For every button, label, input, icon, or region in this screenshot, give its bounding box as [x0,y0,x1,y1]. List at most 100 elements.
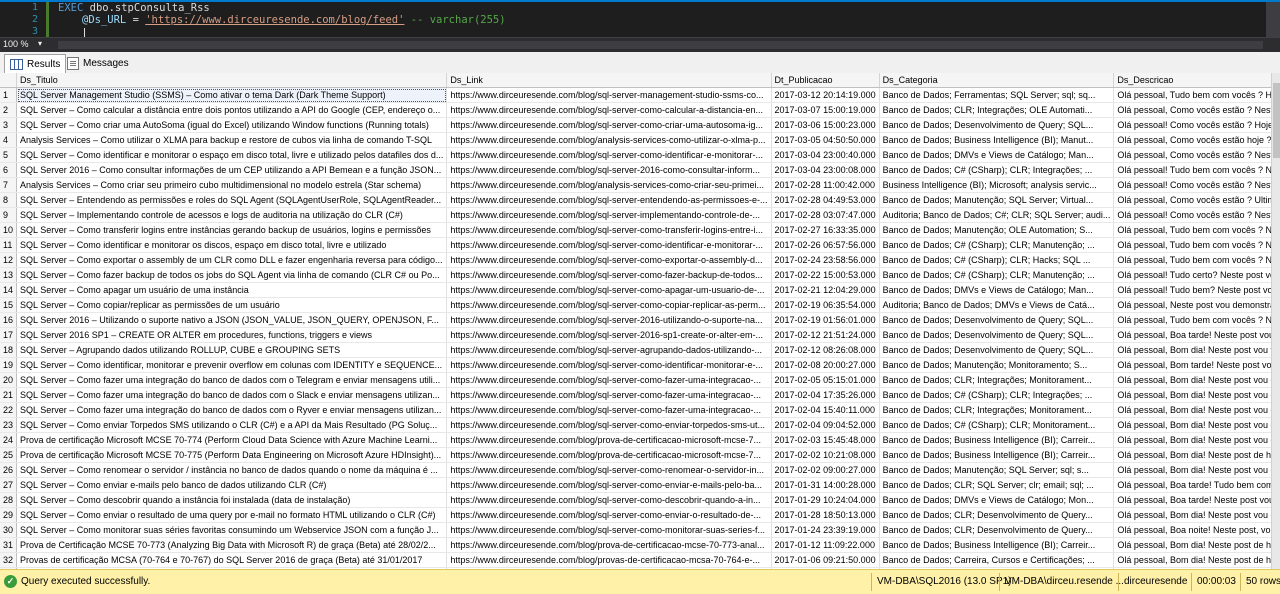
table-cell[interactable]: 2017-02-05 05:15:01.000 [771,372,880,388]
table-row[interactable]: 23 SQL Server – Como enviar Torpedos SMS … [0,417,1271,433]
row-number[interactable]: 21 [0,387,18,403]
table-row[interactable]: 29 SQL Server – Como enviar o resultado d… [0,507,1271,523]
table-row[interactable]: 26 SQL Server – Como renomear o servidor … [0,462,1271,478]
table-cell[interactable]: Olá pessoal! Como vocês estão ? Neste po… [1113,177,1271,193]
table-cell[interactable]: 2017-02-12 21:51:24.000 [771,327,880,343]
row-number[interactable]: 11 [0,237,18,253]
tab-results[interactable]: Results [4,54,67,73]
column-header[interactable]: Ds_Categoria [879,73,1115,88]
table-row[interactable]: 30 SQL Server – Como monitorar suas série… [0,522,1271,538]
table-cell[interactable]: Banco de Dados; CLR; SQL Server; clr; em… [879,477,1115,493]
table-row[interactable]: 3 SQL Server – Como criar uma AutoSoma (i… [0,117,1271,133]
row-number[interactable]: 12 [0,252,18,268]
table-cell[interactable]: 2017-01-12 11:09:22.000 [771,537,880,553]
table-row[interactable]: 5 SQL Server – Como identificar e monitor… [0,147,1271,163]
row-number[interactable]: 8 [0,192,18,208]
table-cell[interactable]: https://www.dirceuresende.com/blog/sql-s… [446,402,772,418]
table-cell[interactable]: Auditoria; Banco de Dados; C#; CLR; SQL … [879,207,1115,223]
table-cell[interactable]: 2017-01-31 14:00:28.000 [771,477,880,493]
table-row[interactable]: 4 Analysis Services – Como utilizar o XLM… [0,132,1271,148]
table-cell[interactable]: Business Intelligence (BI); Microsoft; a… [879,177,1115,193]
table-cell[interactable]: 2017-02-28 03:07:47.000 [771,207,880,223]
table-cell[interactable]: Banco de Dados; C# (CSharp); CLR; Hacks;… [879,252,1115,268]
table-cell[interactable]: Olá pessoal! Tudo certo? Neste post vou … [1113,267,1271,283]
table-row[interactable]: 10 SQL Server – Como transferir logins en… [0,222,1271,238]
column-header[interactable]: Ds_Descricao [1113,73,1271,88]
table-cell[interactable]: Banco de Dados; Manutenção; SQL Server; … [879,462,1115,478]
table-cell[interactable]: SQL Server – Como apagar um usuário de u… [16,282,448,298]
row-number[interactable]: 32 [0,552,18,568]
table-cell[interactable]: Olá pessoal, Bom dia! Neste post vou dem… [1113,402,1271,418]
row-number[interactable]: 26 [0,462,18,478]
table-cell[interactable]: Analysis Services – Como utilizar o XLMA… [16,132,448,148]
table-cell[interactable]: 2017-02-21 12:04:29.000 [771,282,880,298]
table-row[interactable]: 20 SQL Server – Como fazer uma integração… [0,372,1271,388]
table-cell[interactable]: SQL Server – Como criar uma AutoSoma (ig… [16,117,448,133]
table-cell[interactable]: Banco de Dados; Manutenção; OLE Automati… [879,222,1115,238]
table-row[interactable]: 6 SQL Server 2016 – Como consultar inform… [0,162,1271,178]
table-cell[interactable]: Banco de Dados; Desenvolvimento de Query… [879,327,1115,343]
table-cell[interactable]: https://www.dirceuresende.com/blog/sql-s… [446,297,772,313]
table-cell[interactable]: SQL Server Management Studio (SSMS) – Co… [16,87,448,103]
table-cell[interactable]: Prova de Certificação MCSE 70-773 (Analy… [16,537,448,553]
table-cell[interactable]: Olá pessoal, Neste post vou demonstrar u… [1113,297,1271,313]
table-cell[interactable]: Olá pessoal, Como vocês estão ? Neste po… [1113,102,1271,118]
table-cell[interactable]: SQL Server – Como enviar o resultado de … [16,507,448,523]
table-row[interactable]: 7 Analysis Services – Como criar seu prim… [0,177,1271,193]
table-cell[interactable]: https://www.dirceuresende.com/blog/sql-s… [446,342,772,358]
table-cell[interactable]: SQL Server 2016 – Como consultar informa… [16,162,448,178]
table-cell[interactable]: Banco de Dados; Desenvolvimento de Query… [879,117,1115,133]
row-number[interactable]: 2 [0,102,18,118]
row-number[interactable]: 25 [0,447,18,463]
code-line-1[interactable]: EXEC dbo.stpConsulta_Rss [58,2,210,14]
table-cell[interactable]: 2017-02-02 10:21:08.000 [771,447,880,463]
table-row[interactable]: 16 SQL Server 2016 – Utilizando o suporte… [0,312,1271,328]
table-cell[interactable]: Olá pessoal, Tudo bem com vocês ? Neste … [1113,237,1271,253]
table-cell[interactable]: SQL Server – Como exportar o assembly de… [16,252,448,268]
table-cell[interactable]: Auditoria; Banco de Dados; DMVs e Views … [879,297,1115,313]
table-row[interactable]: 27 SQL Server – Como enviar e-mails pelo … [0,477,1271,493]
table-cell[interactable]: https://www.dirceuresende.com/blog/sql-s… [446,462,772,478]
table-cell[interactable]: https://www.dirceuresende.com/blog/prova… [446,552,772,568]
table-cell[interactable]: 2017-03-04 23:00:40.000 [771,147,880,163]
table-cell[interactable]: https://www.dirceuresende.com/blog/sql-s… [446,117,772,133]
table-cell[interactable]: 2017-03-05 04:50:50.000 [771,132,880,148]
table-cell[interactable]: Banco de Dados; DMVs e Views de Catálogo… [879,147,1115,163]
row-number[interactable]: 16 [0,312,18,328]
editor-vertical-scrollbar[interactable] [1266,2,1280,39]
table-cell[interactable]: https://www.dirceuresende.com/blog/sql-s… [446,87,772,103]
table-cell[interactable]: SQL Server – Agrupando dados utilizando … [16,342,448,358]
table-cell[interactable]: https://www.dirceuresende.com/blog/sql-s… [446,102,772,118]
grid-vertical-scrollbar[interactable] [1271,73,1280,569]
table-cell[interactable]: Olá pessoal, Bom dia! Neste post vou dem… [1113,462,1271,478]
table-row[interactable]: 32 Provas de certificação MCSA (70-764 e … [0,552,1271,568]
row-number[interactable]: 18 [0,342,18,358]
table-cell[interactable]: SQL Server – Implementando controle de a… [16,207,448,223]
row-number[interactable]: 23 [0,417,18,433]
table-cell[interactable]: Olá pessoal, Bom dia! Neste post vou dem… [1113,372,1271,388]
chevron-down-icon[interactable]: ▾ [38,39,42,48]
table-cell[interactable]: 2017-02-22 15:00:53.000 [771,267,880,283]
table-cell[interactable]: SQL Server 2016 SP1 – CREATE OR ALTER em… [16,327,448,343]
row-number[interactable]: 13 [0,267,18,283]
column-header[interactable]: Ds_Link [446,73,772,88]
table-cell[interactable]: 2017-02-28 11:00:42.000 [771,177,880,193]
row-number[interactable]: 29 [0,507,18,523]
row-number[interactable]: 4 [0,132,18,148]
table-cell[interactable]: 2017-02-26 06:57:56.000 [771,237,880,253]
table-cell[interactable]: Olá pessoal, Bom dia! Neste post vou dem… [1113,507,1271,523]
table-row[interactable]: 2 SQL Server – Como calcular a distância … [0,102,1271,118]
table-cell[interactable]: Olá pessoal! Tudo bem? Neste post vou de… [1113,282,1271,298]
table-cell[interactable]: Olá pessoal, Bom tarde! Neste post vou d… [1113,357,1271,373]
table-cell[interactable]: Olá pessoal, Bom dia! Neste post de hoje… [1113,552,1271,568]
table-cell[interactable]: 2017-02-19 01:56:01.000 [771,312,880,328]
table-cell[interactable]: https://www.dirceuresende.com/blog/sql-s… [446,372,772,388]
table-cell[interactable]: Banco de Dados; DMVs e Views de Catálogo… [879,282,1115,298]
table-cell[interactable]: 2017-03-06 15:00:23.000 [771,117,880,133]
table-cell[interactable]: https://www.dirceuresende.com/blog/sql-s… [446,507,772,523]
table-row[interactable]: 1 SQL Server Management Studio (SSMS) – C… [0,87,1271,103]
row-number[interactable]: 22 [0,402,18,418]
table-cell[interactable]: Banco de Dados; C# (CSharp); CLR; Manute… [879,267,1115,283]
table-cell[interactable]: https://www.dirceuresende.com/blog/sql-s… [446,357,772,373]
row-number[interactable]: 10 [0,222,18,238]
